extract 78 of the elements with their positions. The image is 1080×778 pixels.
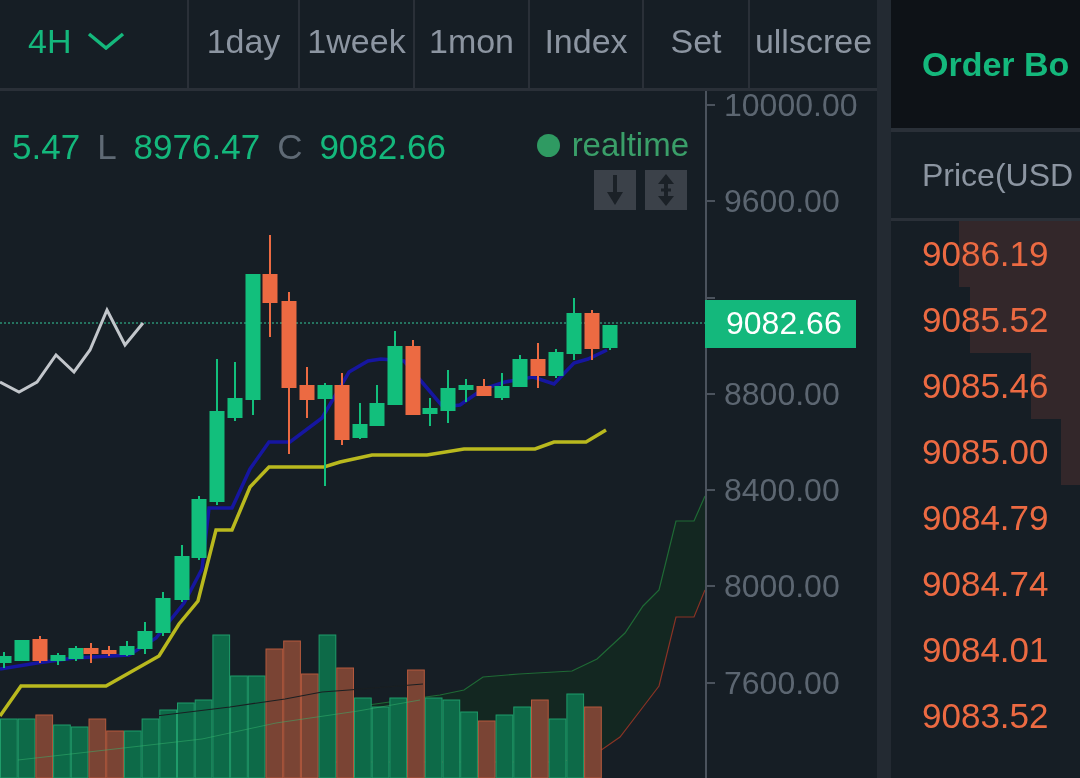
realtime-label: realtime [571, 127, 689, 163]
volume-bar [123, 730, 142, 778]
axis-label: 8000.00 [707, 572, 877, 601]
candlestick [494, 373, 510, 400]
axis-label: 7600.00 [707, 668, 877, 697]
reading-value: 5.47 [12, 127, 81, 167]
candlestick [440, 370, 456, 423]
interval-tab[interactable]: 1day [189, 0, 298, 88]
axis-label: 8400.00 [707, 476, 877, 505]
candlestick [101, 646, 117, 656]
volume-bar [159, 709, 177, 778]
volume-bar [513, 706, 531, 778]
scroll-down-button[interactable] [594, 170, 636, 210]
axis-label: 9600.00 [707, 187, 877, 216]
volume-bar [477, 720, 496, 778]
ask-price: 9086.19 [922, 234, 1049, 274]
status-dot-icon [536, 133, 560, 157]
candlestick [0, 652, 12, 668]
volume-bar [0, 718, 18, 778]
chevron-down-icon [87, 32, 126, 50]
candlestick [191, 496, 207, 560]
candlestick [83, 643, 99, 663]
candlestick [50, 653, 66, 665]
up-down-arrow-icon [658, 174, 674, 206]
candlestick [299, 367, 315, 418]
volume-bar [460, 711, 478, 778]
axis-label: 8800.00 [707, 379, 877, 408]
candlestick [602, 325, 618, 350]
candlestick [566, 298, 582, 360]
candlestick [137, 622, 153, 654]
interval-tab[interactable]: 1week [300, 0, 413, 88]
candlestick [14, 640, 30, 661]
volume-bar [371, 706, 390, 778]
ask-price: 9083.52 [922, 696, 1049, 736]
ask-price: 9084.74 [922, 564, 1049, 604]
toolbar-button[interactable]: Set [644, 0, 748, 88]
candlestick [155, 592, 171, 636]
toolbar-button[interactable]: Index [530, 0, 642, 88]
candlestick [174, 545, 190, 602]
volume-bar [35, 714, 54, 778]
candlestick [369, 385, 385, 426]
reading-value: 9082.66 [319, 127, 446, 167]
volume-bar [141, 718, 160, 778]
toolbar-button[interactable]: ullscree [750, 0, 877, 88]
candlestick [476, 379, 492, 396]
up-down-button[interactable] [645, 170, 687, 210]
volume-bar [106, 730, 124, 778]
ask-price: 9085.52 [922, 300, 1049, 340]
candlestick [227, 362, 243, 421]
ask-price: 9084.01 [922, 630, 1049, 670]
candlestick [119, 641, 135, 656]
volume-bar [70, 726, 89, 778]
interval-dropdown[interactable]: 4H [0, 0, 187, 88]
candlestick [68, 646, 84, 661]
reading-value: 8976.47 [133, 127, 261, 167]
candlestick [512, 355, 528, 387]
reading-label: C [277, 127, 303, 167]
down-arrow-icon [607, 175, 623, 205]
candlestick [530, 343, 546, 388]
current-price-tag: 9082.66 [705, 299, 856, 348]
candlestick [584, 310, 600, 360]
volume-bar [17, 718, 36, 778]
volume-bar [548, 718, 567, 778]
ask-price: 9085.46 [922, 366, 1049, 406]
volume-bar [88, 718, 107, 778]
interval-tab[interactable]: 1mon [415, 0, 528, 88]
axis-label: 10000.00 [707, 91, 877, 119]
ask-price: 9084.79 [922, 498, 1049, 538]
volume-bar [584, 706, 602, 778]
candlestick [352, 403, 368, 439]
candlestick [548, 349, 564, 378]
ask-price: 9085.00 [922, 432, 1049, 472]
candlestick [458, 379, 474, 402]
reading-label: L [97, 127, 117, 167]
volume-bar [495, 714, 514, 778]
candlestick [32, 636, 48, 663]
volume-bar [53, 724, 71, 778]
panel-title: Order Bo [922, 44, 1070, 84]
